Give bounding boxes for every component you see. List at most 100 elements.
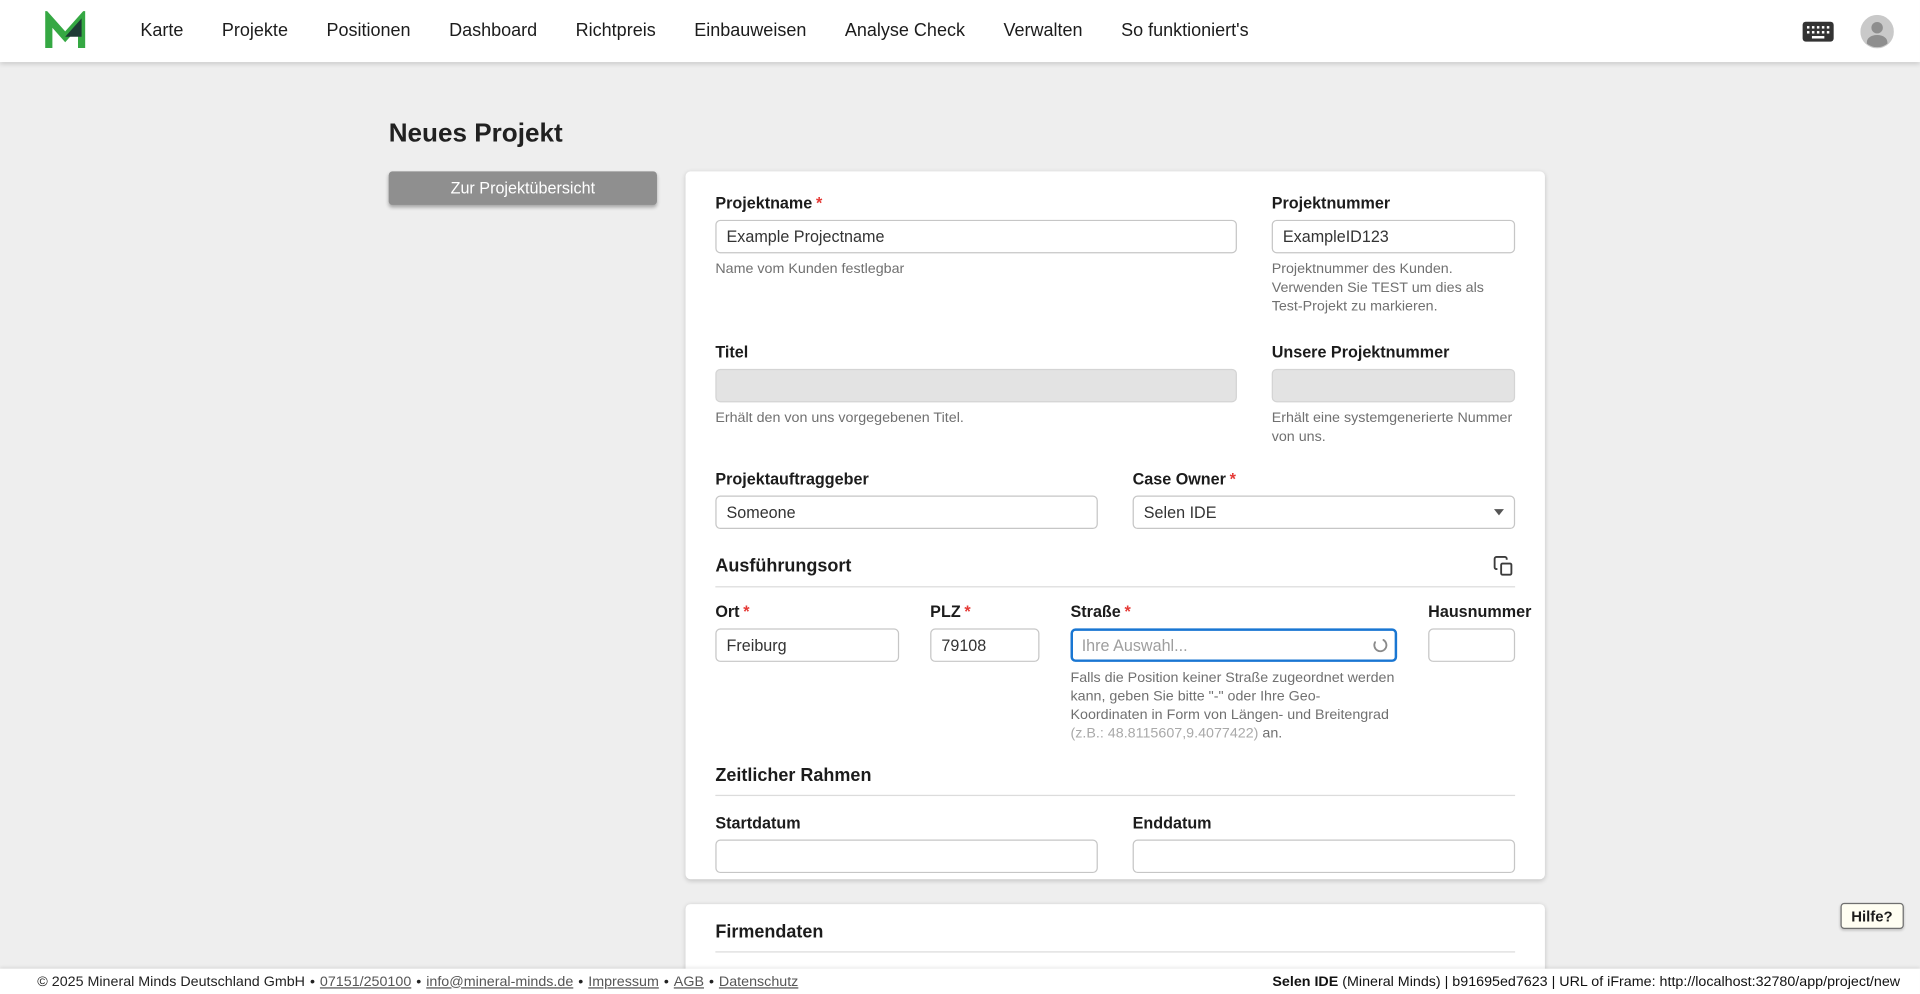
footer-separator: • [664, 974, 669, 989]
top-nav: Karte Projekte Positionen Dashboard Rich… [0, 0, 1920, 62]
startdatum-input[interactable] [715, 840, 1098, 874]
help-button[interactable]: Hilfe? [1840, 903, 1904, 929]
projektauftraggeber-label: Projektauftraggeber [715, 469, 1098, 489]
section-divider [715, 586, 1515, 587]
ort-input[interactable] [715, 628, 899, 662]
keyboard-icon[interactable] [1802, 20, 1834, 41]
project-form-card: Projektname* Name vom Kunden festlegbar … [686, 171, 1545, 879]
projektauftraggeber-field: Projektauftraggeber [715, 469, 1098, 529]
section-zeitlicher-rahmen-title: Zeitlicher Rahmen [715, 766, 871, 786]
projektname-label: Projektname* [715, 194, 1237, 214]
nav-item-positionen[interactable]: Positionen [326, 21, 410, 41]
nav-item-projekte[interactable]: Projekte [222, 21, 288, 41]
required-marker: * [1125, 602, 1131, 621]
unsere-projektnummer-label: Unsere Projektnummer [1272, 343, 1515, 363]
case-owner-field: Case Owner* Selen IDE [1133, 469, 1516, 529]
footer: © 2025 Mineral Minds Deutschland GmbH • … [0, 969, 1920, 994]
ort-field: Ort* [715, 602, 899, 662]
nav-item-verwalten[interactable]: Verwalten [1003, 21, 1082, 41]
footer-session-info: Selen IDE (Mineral Minds) | b91695ed7623… [1272, 974, 1900, 989]
label-text: Ort [715, 602, 739, 621]
agb-link[interactable]: AGB [674, 974, 704, 989]
projektname-input[interactable] [715, 220, 1237, 254]
footer-separator: • [709, 974, 714, 989]
label-text: Projektnummer [1272, 194, 1390, 213]
unsere-projektnummer-helper: Erhält eine systemgenerierte Nummer von … [1272, 410, 1515, 447]
projektname-field: Projektname* Name vom Kunden festlegbar [715, 194, 1237, 280]
strasse-input-wrap [1071, 628, 1398, 662]
projektnummer-helper: Projektnummer des Kunden. Verwenden Sie … [1272, 261, 1515, 317]
enddatum-input[interactable] [1133, 840, 1516, 874]
required-marker: * [743, 602, 749, 621]
back-to-projects-button[interactable]: Zur Projektübersicht [389, 171, 657, 205]
strasse-label: Straße* [1071, 602, 1398, 622]
footer-separator: • [416, 974, 421, 989]
copyright-text: © 2025 Mineral Minds Deutschland GmbH [37, 974, 305, 989]
session-details: (Mineral Minds) | b91695ed7623 | URL of … [1342, 974, 1900, 989]
strasse-helper-text: Falls die Position keiner Straße zugeord… [1071, 671, 1395, 723]
titel-helper: Erhält den von uns vorgegebenen Titel. [715, 410, 1237, 429]
session-user: Selen IDE [1272, 974, 1338, 989]
plz-field: PLZ* [930, 602, 1039, 662]
firmendaten-card: Firmendaten [686, 904, 1545, 970]
plz-input[interactable] [930, 628, 1039, 662]
titel-label: Titel [715, 343, 1237, 363]
projektnummer-field: Projektnummer Projektnummer des Kunden. … [1272, 194, 1515, 317]
copy-icon[interactable] [1493, 555, 1515, 577]
startdatum-label: Startdatum [715, 813, 1098, 833]
loading-spinner-icon [1372, 637, 1388, 653]
nav-item-analyse-check[interactable]: Analyse Check [845, 21, 965, 41]
mineral-minds-logo-icon[interactable] [45, 11, 86, 52]
projektname-helper: Name vom Kunden festlegbar [715, 261, 1237, 280]
hausnummer-input[interactable] [1428, 628, 1515, 662]
enddatum-field: Enddatum [1133, 813, 1516, 873]
strasse-helper-example: (z.B.: 48.8115607,9.4077422) [1071, 727, 1259, 742]
strasse-input[interactable] [1071, 628, 1398, 662]
titel-input [715, 369, 1237, 403]
phone-link[interactable]: 07151/250100 [320, 974, 411, 989]
case-owner-select[interactable]: Selen IDE [1133, 496, 1516, 530]
nav-item-richtpreis[interactable]: Richtpreis [576, 21, 656, 41]
required-marker: * [1230, 469, 1236, 488]
nav-item-karte[interactable]: Karte [140, 21, 183, 41]
titel-field: Titel Erhält den von uns vorgegebenen Ti… [715, 343, 1237, 429]
datenschutz-link[interactable]: Datenschutz [719, 974, 798, 989]
label-text: Titel [715, 343, 748, 362]
projektauftraggeber-input[interactable] [715, 496, 1098, 530]
enddatum-label: Enddatum [1133, 813, 1516, 833]
app-viewport: Karte Projekte Positionen Dashboard Rich… [0, 0, 1920, 994]
hausnummer-label: Hausnummer [1428, 602, 1515, 622]
chevron-down-icon [1494, 509, 1504, 515]
plz-label: PLZ* [930, 602, 1039, 622]
section-firmendaten-title: Firmendaten [715, 923, 823, 943]
email-link[interactable]: info@mineral-minds.de [426, 974, 573, 989]
section-ausfuehrungsort-title: Ausführungsort [715, 556, 851, 576]
nav-item-einbauweisen[interactable]: Einbauweisen [694, 21, 806, 41]
form-row-3: Projektauftraggeber Case Owner* Selen ID… [715, 469, 1515, 529]
avatar-icon[interactable] [1860, 14, 1894, 48]
unsere-projektnummer-field: Unsere Projektnummer Erhält eine systemg… [1272, 343, 1515, 447]
label-text: Straße [1071, 602, 1121, 621]
footer-separator: • [578, 974, 583, 989]
label-text: Projektauftraggeber [715, 469, 868, 488]
projektnummer-input[interactable] [1272, 220, 1515, 254]
label-text: Case Owner [1133, 469, 1226, 488]
case-owner-value: Selen IDE [1144, 503, 1217, 522]
unsere-projektnummer-input [1272, 369, 1515, 403]
strasse-field: Straße* Falls die Position keiner Straße… [1071, 602, 1398, 744]
footer-left: © 2025 Mineral Minds Deutschland GmbH • … [37, 974, 798, 989]
strasse-helper-suffix: an. [1258, 727, 1282, 742]
nav-item-so-funktionierts[interactable]: So funktioniert's [1121, 21, 1249, 41]
case-owner-label: Case Owner* [1133, 469, 1516, 489]
strasse-helper: Falls die Position keiner Straße zugeord… [1071, 669, 1398, 744]
projektnummer-label: Projektnummer [1272, 194, 1515, 214]
required-marker: * [816, 194, 822, 213]
required-marker: * [964, 602, 970, 621]
section-ausfuehrungsort: Ausführungsort [715, 555, 1515, 587]
section-zeitlicher-rahmen: Zeitlicher Rahmen [715, 766, 1515, 796]
hausnummer-field: Hausnummer [1428, 602, 1515, 662]
nav-item-dashboard[interactable]: Dashboard [449, 21, 537, 41]
impressum-link[interactable]: Impressum [588, 974, 659, 989]
form-row-1: Projektname* Name vom Kunden festlegbar … [715, 194, 1515, 317]
footer-separator: • [310, 974, 315, 989]
